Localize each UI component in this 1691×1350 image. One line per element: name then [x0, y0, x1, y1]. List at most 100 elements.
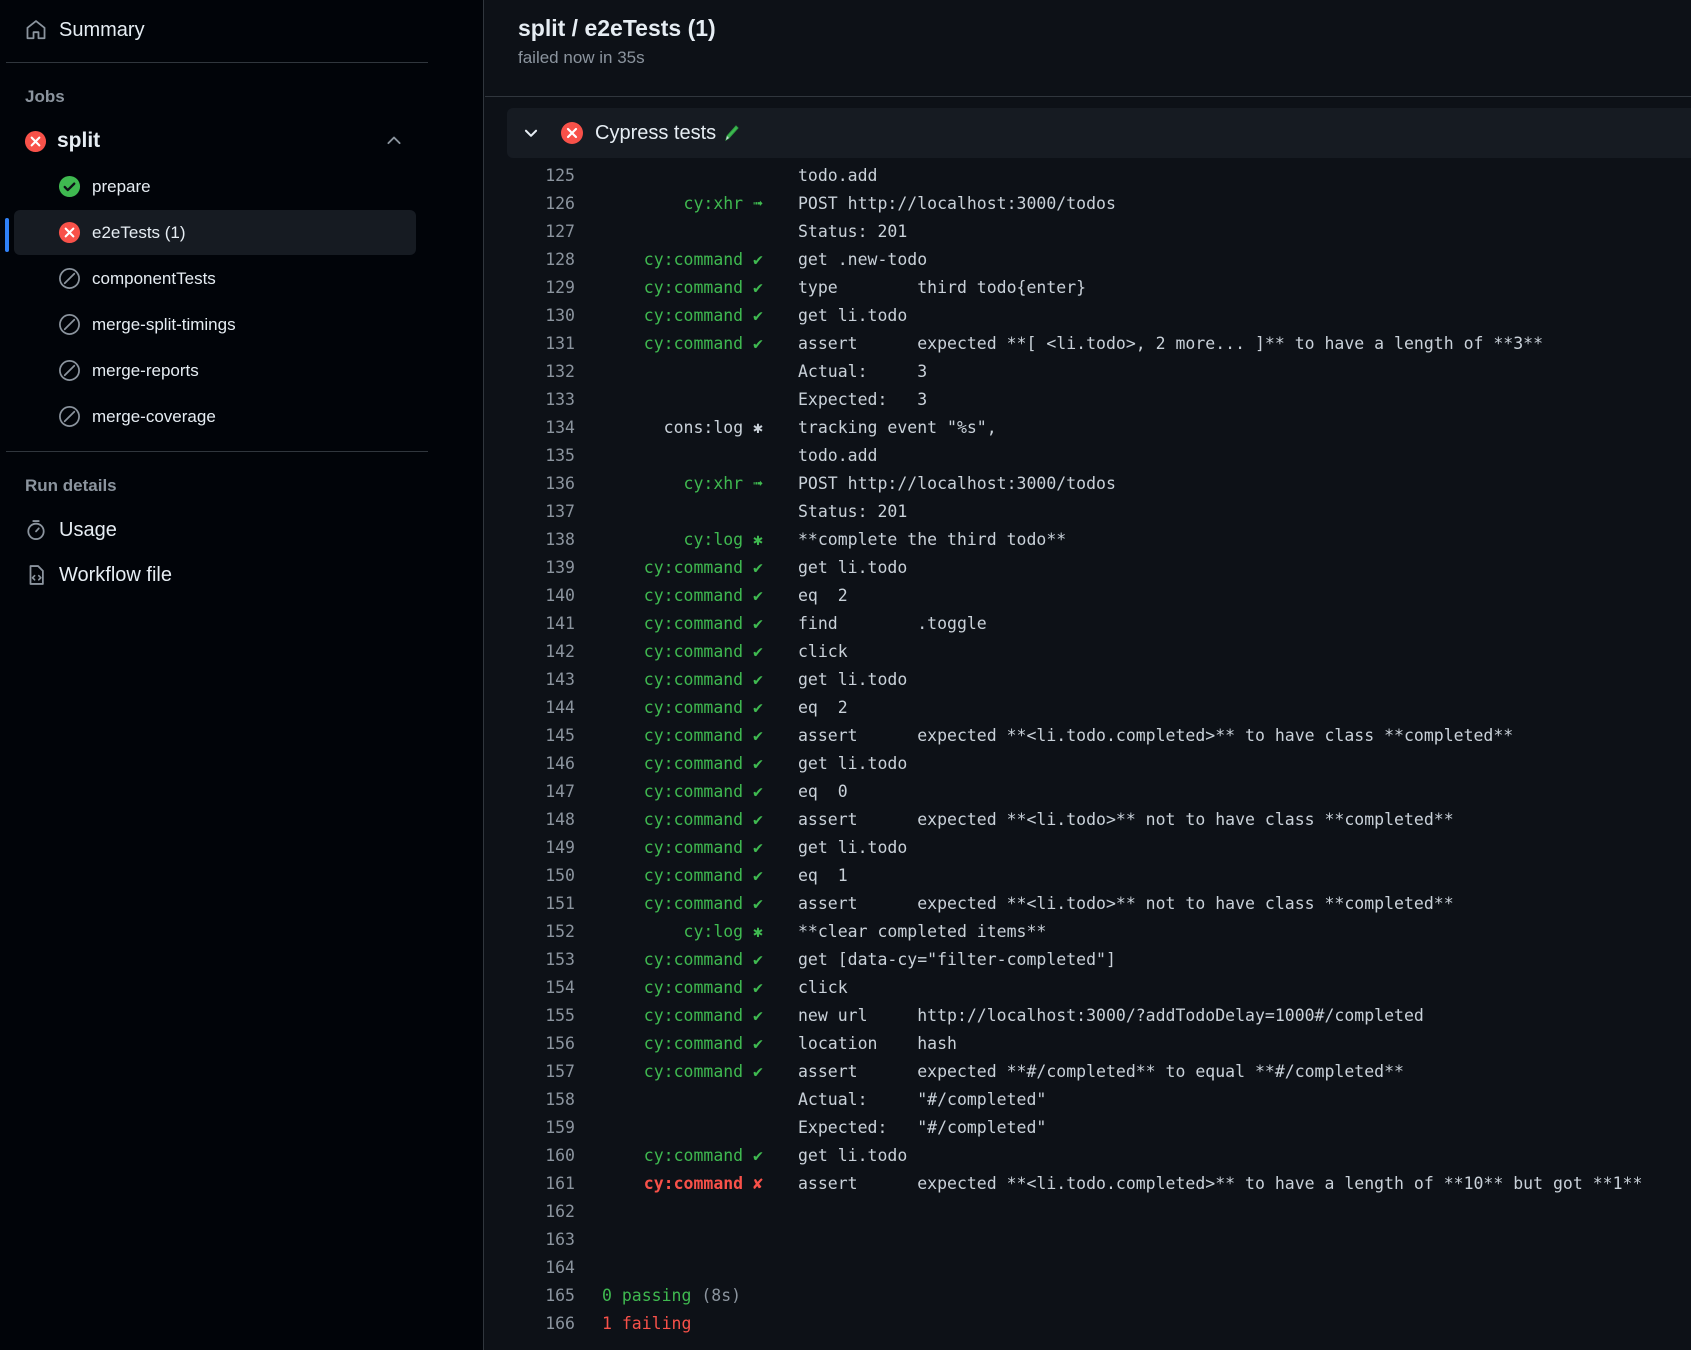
log-message: eq 1	[798, 865, 848, 885]
line-number[interactable]: 125	[507, 166, 575, 185]
line-number[interactable]: 153	[507, 950, 575, 969]
line-number[interactable]: 144	[507, 698, 575, 717]
job-label: merge-coverage	[92, 406, 216, 426]
log-message: **complete the third todo**	[798, 529, 1067, 549]
line-number[interactable]: 132	[507, 362, 575, 381]
line-number[interactable]: 162	[507, 1202, 575, 1221]
line-number[interactable]: 164	[507, 1258, 575, 1277]
usage-label: Usage	[59, 518, 117, 541]
job-prepare[interactable]: prepare	[14, 164, 416, 209]
log-command: cy:command ✔	[643, 613, 763, 633]
workflow-file-link[interactable]: Workflow file	[24, 557, 172, 593]
log-message: get .new-todo	[798, 249, 928, 269]
sidebar: Summary Jobs split prepare e2eTests (1) …	[0, 0, 484, 1350]
job-componenttests[interactable]: componentTests	[14, 256, 416, 301]
line-number[interactable]: 159	[507, 1118, 575, 1137]
line-number[interactable]: 156	[507, 1034, 575, 1053]
job-label: merge-reports	[92, 360, 199, 380]
line-number[interactable]: 148	[507, 810, 575, 829]
line-number[interactable]: 134	[507, 418, 575, 437]
log-message: assert expected **<li.todo>** not to hav…	[798, 893, 1454, 913]
line-number[interactable]: 140	[507, 586, 575, 605]
log-line: 162	[507, 1197, 1691, 1225]
line-number[interactable]: 128	[507, 250, 575, 269]
chevron-up-icon[interactable]	[384, 130, 404, 155]
log-command: cy:xhr ➟	[683, 473, 763, 493]
job-group-split[interactable]: split	[24, 124, 414, 158]
log-command: cy:command ✔	[643, 865, 763, 885]
job-merge-coverage[interactable]: merge-coverage	[14, 394, 416, 439]
line-number[interactable]: 161	[507, 1174, 575, 1193]
summary-count: 0 passing	[602, 1285, 692, 1305]
summary-link[interactable]: Summary	[24, 12, 145, 48]
job-group-name: split	[57, 129, 101, 152]
log-message: Expected: 3	[798, 389, 928, 409]
line-number[interactable]: 152	[507, 922, 575, 941]
log-message: get li.todo	[798, 837, 908, 857]
log-line: 127 Status: 201	[507, 217, 1691, 245]
log-command: cy:command ✔	[643, 753, 763, 773]
usage-link[interactable]: Usage	[24, 512, 117, 548]
line-number[interactable]: 141	[507, 614, 575, 633]
log-line: 146 cy:command ✔ get li.todo	[507, 749, 1691, 777]
divider	[6, 62, 428, 63]
job-label: prepare	[92, 176, 151, 196]
failed-icon	[560, 121, 584, 145]
line-number[interactable]: 166	[507, 1314, 575, 1333]
line-number[interactable]: 151	[507, 894, 575, 913]
line-number[interactable]: 165	[507, 1286, 575, 1305]
line-number[interactable]: 136	[507, 474, 575, 493]
log-command: cy:command ✔	[643, 837, 763, 857]
log-line: 156 cy:command ✔ location hash	[507, 1029, 1691, 1057]
line-number[interactable]: 131	[507, 334, 575, 353]
line-number[interactable]: 157	[507, 1062, 575, 1081]
job-merge-split-timings[interactable]: merge-split-timings	[14, 302, 416, 347]
line-number[interactable]: 135	[507, 446, 575, 465]
log-line: 163	[507, 1225, 1691, 1253]
step-title: Cypress tests	[595, 121, 717, 144]
chevron-down-icon[interactable]	[519, 121, 543, 145]
line-number[interactable]: 130	[507, 306, 575, 325]
log-message: **clear completed items**	[798, 921, 1047, 941]
line-number[interactable]: 154	[507, 978, 575, 997]
job-merge-reports[interactable]: merge-reports	[14, 348, 416, 393]
line-number[interactable]: 158	[507, 1090, 575, 1109]
line-number[interactable]: 147	[507, 782, 575, 801]
line-number[interactable]: 138	[507, 530, 575, 549]
log-line: 142 cy:command ✔ click	[507, 637, 1691, 665]
log-line: 128 cy:command ✔ get .new-todo	[507, 245, 1691, 273]
log-line: 148 cy:command ✔ assert expected **<li.tod…	[507, 805, 1691, 833]
line-number[interactable]: 155	[507, 1006, 575, 1025]
log-command: cy:command ✔	[643, 277, 763, 297]
line-number[interactable]: 139	[507, 558, 575, 577]
log-line: 139 cy:command ✔ get li.todo	[507, 553, 1691, 581]
line-number[interactable]: 126	[507, 194, 575, 213]
run-details-heading: Run details	[25, 476, 117, 495]
log-line: 149 cy:command ✔ get li.todo	[507, 833, 1691, 861]
log-command: cons:log ✱	[663, 417, 763, 437]
line-number[interactable]: 163	[507, 1230, 575, 1249]
line-number[interactable]: 146	[507, 754, 575, 773]
line-number[interactable]: 143	[507, 670, 575, 689]
log-command: cy:command ✔	[643, 893, 763, 913]
log-line: 132 Actual: 3	[507, 357, 1691, 385]
log-message: type third todo{enter}	[798, 277, 1087, 297]
line-number[interactable]: 142	[507, 642, 575, 661]
log-line: 144 cy:command ✔ eq 2	[507, 693, 1691, 721]
line-number[interactable]: 137	[507, 502, 575, 521]
line-number[interactable]: 127	[507, 222, 575, 241]
job-e2etests[interactable]: e2eTests (1)	[14, 210, 416, 255]
failed-icon	[24, 130, 47, 153]
summary-duration: (8s)	[691, 1285, 742, 1305]
line-number[interactable]: 150	[507, 866, 575, 885]
step-header-cypress-tests[interactable]: Cypress tests	[507, 108, 1691, 158]
line-number[interactable]: 160	[507, 1146, 575, 1165]
line-number[interactable]: 133	[507, 390, 575, 409]
line-number[interactable]: 129	[507, 278, 575, 297]
log-command: cy:command ✔	[643, 305, 763, 325]
stopwatch-icon	[24, 518, 48, 542]
line-number[interactable]: 149	[507, 838, 575, 857]
line-number[interactable]: 145	[507, 726, 575, 745]
active-indicator	[5, 218, 9, 252]
log-command: cy:command ✔	[643, 725, 763, 745]
